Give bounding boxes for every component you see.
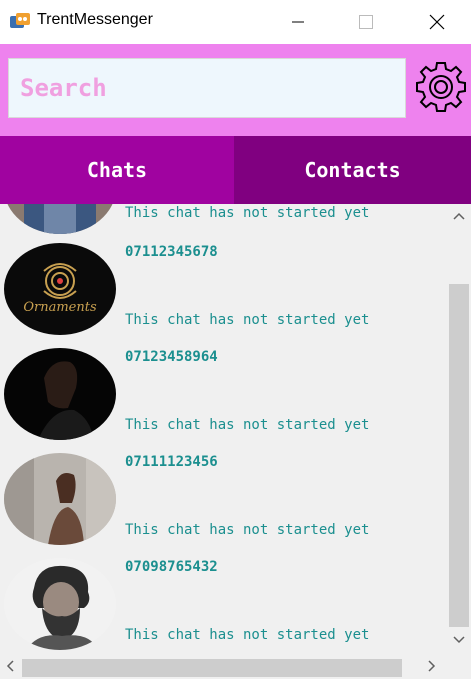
- chat-name: 07112345678: [125, 244, 218, 260]
- close-icon: [429, 14, 445, 30]
- scroll-down-icon[interactable]: [453, 636, 465, 644]
- title-bar: TrentMessenger: [0, 0, 471, 44]
- scroll-left-icon[interactable]: [6, 660, 14, 672]
- tab-chats[interactable]: Chats: [0, 136, 234, 204]
- gear-icon: [416, 62, 466, 112]
- messenger-app-icon: [10, 13, 30, 28]
- settings-button[interactable]: [413, 59, 469, 115]
- chat-status: This chat has not started yet: [125, 417, 370, 433]
- woman-dark-background-avatar: [4, 348, 116, 440]
- woman-wall-avatar: [4, 453, 116, 545]
- chat-status: This chat has not started yet: [125, 522, 370, 538]
- tab-bar: Chats Contacts: [0, 136, 471, 204]
- vertical-scrollbar[interactable]: [447, 204, 471, 655]
- scroll-right-icon[interactable]: [428, 660, 436, 672]
- search-input[interactable]: [20, 74, 405, 102]
- minimize-icon: [292, 21, 304, 23]
- minimize-button[interactable]: [275, 0, 321, 44]
- search-box: [8, 58, 406, 118]
- list-item[interactable]: 07111123456 This chat has not started ye…: [0, 450, 447, 555]
- vertical-scroll-thumb[interactable]: [449, 284, 469, 627]
- search-header: [0, 44, 471, 136]
- list-item[interactable]: 07123458964 This chat has not started ye…: [0, 345, 447, 450]
- list-item[interactable]: Ornaments 07112345678 This chat has not …: [0, 240, 447, 345]
- scrollbar-corner: [447, 655, 471, 679]
- chat-status: This chat has not started yet: [125, 205, 370, 221]
- chat-status: This chat has not started yet: [125, 312, 370, 328]
- scroll-up-icon[interactable]: [453, 212, 465, 220]
- close-button[interactable]: [414, 0, 460, 44]
- list-item[interactable]: This chat has not started yet: [0, 204, 447, 234]
- ornaments-logo-avatar: Ornaments: [4, 243, 116, 335]
- chat-name: 07123458964: [125, 349, 218, 365]
- chat-list[interactable]: This chat has not started yet Ornaments …: [0, 204, 447, 655]
- window-title: TrentMessenger: [37, 11, 153, 28]
- tab-contacts[interactable]: Contacts: [234, 136, 471, 204]
- horizontal-scroll-thumb[interactable]: [22, 659, 402, 677]
- chat-name: 07111123456: [125, 454, 218, 470]
- person-jacket-avatar: [4, 204, 116, 234]
- chat-name: 07098765432: [125, 559, 218, 575]
- bearded-man-avatar: [4, 558, 116, 650]
- maximize-icon: [359, 15, 373, 29]
- chat-status: This chat has not started yet: [125, 627, 370, 643]
- avatar-logo-text: Ornaments: [23, 300, 97, 315]
- horizontal-scrollbar[interactable]: [0, 655, 447, 679]
- maximize-button[interactable]: [343, 0, 389, 44]
- list-item[interactable]: 07098765432 This chat has not started ye…: [0, 555, 447, 655]
